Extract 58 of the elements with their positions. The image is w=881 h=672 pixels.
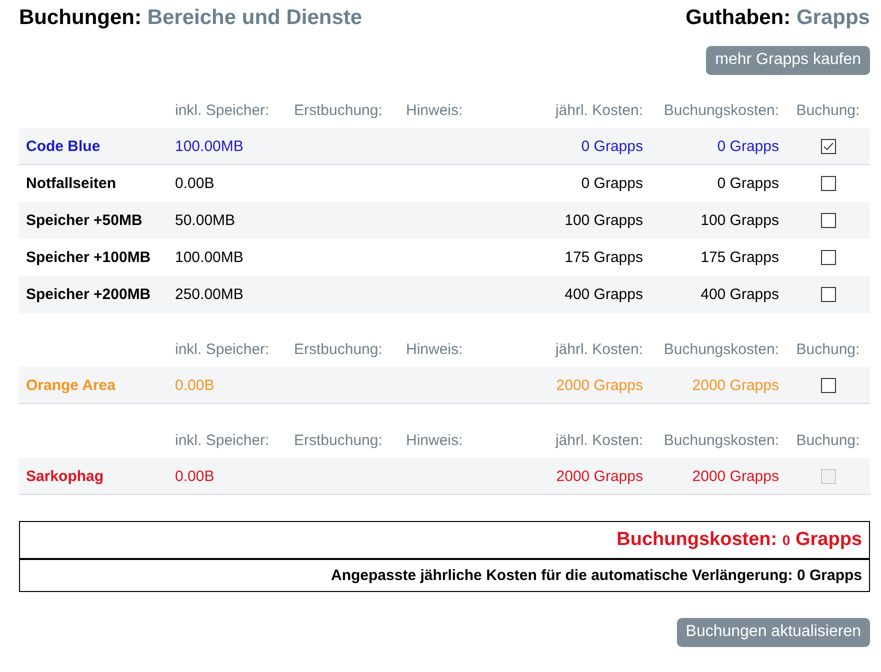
- annual-cost: 0 Grapps: [581, 175, 643, 192]
- booking-cost: 400 Grapps: [700, 286, 779, 303]
- storage-cell: 50.00MB: [175, 212, 236, 229]
- booking-checkbox[interactable]: [820, 176, 836, 191]
- booking-checkbox[interactable]: [820, 138, 836, 154]
- booking-cost: 2000 Grapps: [692, 376, 779, 394]
- column-header: Hinweis:: [406, 340, 463, 358]
- row-name: Code Blue: [26, 138, 100, 154]
- booking-checkbox[interactable]: [820, 213, 836, 228]
- storage-cell: 100.00MB: [175, 249, 244, 266]
- booking-checkbox[interactable]: [820, 287, 836, 302]
- column-header: Buchung:: [796, 432, 860, 448]
- row-name: Notfallseiten: [26, 175, 116, 192]
- booking-cost: 100 Grapps: [700, 212, 779, 229]
- page-title: Buchungen: Bereiche und Dienste: [19, 6, 362, 30]
- storage-cell: 0.00B: [175, 175, 214, 192]
- column-header: Buchungskosten:: [664, 340, 779, 358]
- annual-cost: 100 Grapps: [564, 212, 643, 229]
- column-header: inkl. Speicher:: [175, 102, 270, 118]
- column-header: inkl. Speicher:: [175, 340, 270, 358]
- column-header: Hinweis:: [406, 432, 463, 448]
- column-header: Buchung:: [796, 340, 860, 358]
- column-header: Buchungskosten:: [664, 432, 779, 448]
- booking-cost: 0 Grapps: [717, 138, 779, 154]
- row-name: Sarkophag: [26, 468, 104, 484]
- column-header: jährl. Kosten:: [555, 340, 643, 358]
- storage-cell: 0.00B: [175, 376, 214, 394]
- column-header: jährl. Kosten:: [555, 432, 643, 448]
- column-header: Erstbuchung:: [294, 432, 382, 448]
- row-name: Orange Area: [26, 376, 116, 394]
- column-header: Buchungskosten:: [664, 102, 779, 118]
- buy-button[interactable]: mehr Grapps kaufen: [706, 46, 870, 75]
- balance-title: Guthaben: Grapps: [686, 6, 870, 30]
- booking-checkbox[interactable]: [820, 378, 836, 392]
- column-header: inkl. Speicher:: [175, 432, 270, 448]
- booking-cost: 2000 Grapps: [692, 468, 779, 484]
- booking-checkbox[interactable]: [820, 250, 836, 265]
- storage-cell: 0.00B: [175, 468, 214, 484]
- row-name: Speicher +50MB: [26, 212, 142, 229]
- row-name: Speicher +100MB: [26, 249, 151, 266]
- total-booking-cost: Buchungskosten: 0 Grapps: [616, 529, 862, 551]
- column-header: Hinweis:: [406, 102, 463, 118]
- annual-cost: 2000 Grapps: [556, 376, 643, 394]
- booking-cost: 0 Grapps: [717, 175, 779, 192]
- annual-cost: 2000 Grapps: [556, 468, 643, 484]
- storage-cell: 250.00MB: [175, 286, 244, 303]
- update-button[interactable]: Buchungen aktualisieren: [676, 618, 870, 647]
- column-header: Buchung:: [796, 102, 860, 118]
- column-header: Erstbuchung:: [294, 102, 382, 118]
- column-header: jährl. Kosten:: [555, 102, 643, 118]
- annual-cost: 175 Grapps: [564, 249, 643, 266]
- row-name: Speicher +200MB: [26, 286, 151, 303]
- annual-cost: 400 Grapps: [564, 286, 643, 303]
- column-header: Erstbuchung:: [294, 340, 382, 358]
- booking-cost: 175 Grapps: [700, 249, 779, 266]
- renewal-cost: Angepasste jährliche Kosten für die automatische Verlängerung: 0 Grapps: [331, 567, 862, 584]
- annual-cost: 0 Grapps: [581, 138, 643, 154]
- storage-cell: 100.00MB: [175, 138, 244, 154]
